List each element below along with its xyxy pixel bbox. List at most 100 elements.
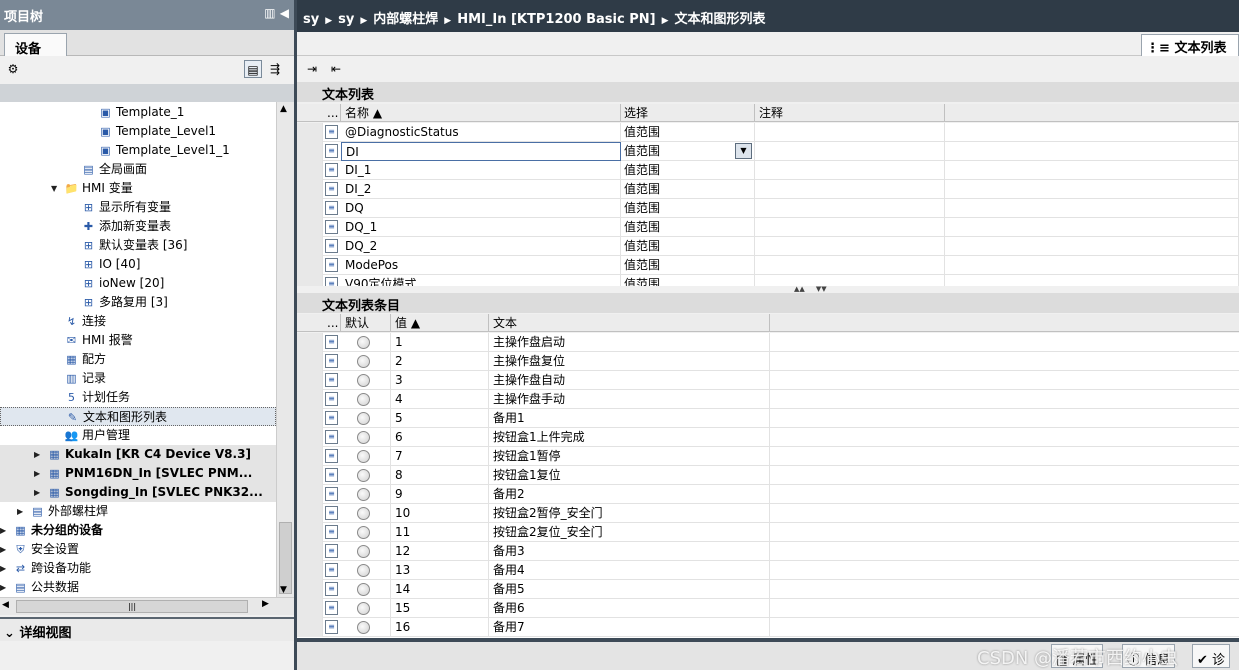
default-radio[interactable] xyxy=(357,507,370,520)
table-row[interactable]: ≡ @DiagnosticStatus 值范围 xyxy=(297,123,1239,142)
comment-cell[interactable] xyxy=(755,161,945,180)
table-row[interactable]: ≡ 13 备用4 xyxy=(297,561,1239,580)
default-radio[interactable] xyxy=(357,602,370,615)
name-cell[interactable]: DQ_1 xyxy=(341,218,621,237)
expand-arrow-right-icon[interactable]: ▶ xyxy=(34,464,44,483)
text-cell[interactable]: 按钮盒1上件完成 xyxy=(489,428,770,447)
text-cell[interactable]: 按钮盒1暂停 xyxy=(489,447,770,466)
name-cell[interactable]: ModePos xyxy=(341,256,621,275)
default-radio[interactable] xyxy=(357,355,370,368)
text-cell[interactable]: 按钮盒1复位 xyxy=(489,466,770,485)
text-cell[interactable]: 备用6 xyxy=(489,599,770,618)
tree-item[interactable]: ▦ 配方 xyxy=(0,350,276,369)
text-cell[interactable]: 备用4 xyxy=(489,561,770,580)
tree-item[interactable]: 👥 用户管理 xyxy=(0,426,276,445)
tree-item[interactable]: ▶ ▤ 公共数据 xyxy=(0,578,276,597)
tree-item[interactable]: ✉ HMI 报警 xyxy=(0,331,276,350)
scroll-down-icon[interactable]: ▼ xyxy=(280,585,287,595)
row-gutter[interactable] xyxy=(297,352,323,371)
column-header[interactable]: 值 ▲ xyxy=(391,314,489,332)
breadcrumb-item[interactable]: sy xyxy=(338,12,354,27)
comment-cell[interactable] xyxy=(755,256,945,275)
comment-cell[interactable] xyxy=(755,237,945,256)
name-cell[interactable]: DQ_2 xyxy=(341,237,621,256)
table-row[interactable]: ≡ DQ_1 值范围 xyxy=(297,218,1239,237)
selection-cell[interactable]: 值范围 xyxy=(620,180,755,199)
breadcrumb-item[interactable]: sy xyxy=(303,12,319,27)
text-cell[interactable]: 主操作盘自动 xyxy=(489,371,770,390)
expand-arrow-right-icon[interactable]: ▶ xyxy=(34,445,44,464)
expand-arrow-right-icon[interactable]: ▶ xyxy=(0,578,10,597)
collapse-icon[interactable]: ⇤ xyxy=(327,60,345,78)
expand-arrow-right-icon[interactable]: ▶ xyxy=(0,559,10,578)
row-gutter[interactable] xyxy=(297,409,323,428)
table-row[interactable]: ≡ 15 备用6 xyxy=(297,599,1239,618)
tree-item[interactable]: ▶ ▦ Songding_In [SVLEC PNK32... xyxy=(0,483,276,502)
section-resize-handle[interactable]: ▲▲ ▼▼ xyxy=(794,285,854,293)
table-row[interactable]: ≡ 9 备用2 xyxy=(297,485,1239,504)
table-row[interactable]: ≡ 11 按钮盒2复位_安全门 xyxy=(297,523,1239,542)
text-cell[interactable]: 按钮盒2复位_安全门 xyxy=(489,523,770,542)
row-gutter[interactable] xyxy=(297,618,323,637)
tree-item[interactable]: ⊞ IO [40] xyxy=(0,255,276,274)
row-gutter[interactable] xyxy=(297,561,323,580)
comment-cell[interactable] xyxy=(755,218,945,237)
expand-icon[interactable]: ⇥ xyxy=(303,60,321,78)
table-row[interactable]: ≡ DI_2 值范围 xyxy=(297,180,1239,199)
table-row[interactable]: ≡ 3 主操作盘自动 xyxy=(297,371,1239,390)
value-cell[interactable]: 2 xyxy=(391,352,489,371)
comment-cell[interactable] xyxy=(755,199,945,218)
table-row[interactable]: ≡ 4 主操作盘手动 xyxy=(297,390,1239,409)
tree-item[interactable]: ✎ 文本和图形列表 xyxy=(0,407,276,426)
selection-cell[interactable]: 值范围 xyxy=(620,237,755,256)
default-radio[interactable] xyxy=(357,545,370,558)
tree-item[interactable]: ▶ ▦ 未分组的设备 xyxy=(0,521,276,540)
value-cell[interactable]: 9 xyxy=(391,485,489,504)
expand-arrow-right-icon[interactable]: ▶ xyxy=(17,502,27,521)
selection-cell[interactable]: 值范围 xyxy=(620,256,755,275)
row-gutter[interactable] xyxy=(297,447,323,466)
tree-item[interactable]: ▣ Template_1 xyxy=(0,103,276,122)
text-cell[interactable]: 备用7 xyxy=(489,618,770,637)
selection-cell[interactable]: 值范围 xyxy=(620,161,755,180)
table-row[interactable]: ≡ 8 按钮盒1复位 xyxy=(297,466,1239,485)
tree-item[interactable]: ⊞ 多路复用 [3] xyxy=(0,293,276,312)
tree-item[interactable]: ▥ 记录 xyxy=(0,369,276,388)
text-cell[interactable]: 按钮盒2暂停_安全门 xyxy=(489,504,770,523)
row-gutter[interactable] xyxy=(297,504,323,523)
tree-item[interactable]: ▶ ⛨ 安全设置 xyxy=(0,540,276,559)
list-view-icon[interactable]: ▤ xyxy=(244,60,262,78)
selection-cell[interactable]: 值范围 xyxy=(620,218,755,237)
value-cell[interactable]: 8 xyxy=(391,466,489,485)
tree-item[interactable]: ▶ ▦ PNM16DN_In [SVLEC PNM... xyxy=(0,464,276,483)
value-cell[interactable]: 16 xyxy=(391,618,489,637)
tree-vertical-scrollbar[interactable]: ▲ ▼ xyxy=(276,102,294,597)
value-cell[interactable]: 3 xyxy=(391,371,489,390)
value-cell[interactable]: 12 xyxy=(391,542,489,561)
settings-icon[interactable]: ⚙ xyxy=(4,60,22,78)
row-gutter[interactable] xyxy=(297,371,323,390)
row-gutter[interactable] xyxy=(297,275,323,286)
row-gutter[interactable] xyxy=(297,580,323,599)
row-gutter[interactable] xyxy=(297,428,323,447)
column-header[interactable]: 文本 xyxy=(489,314,770,332)
row-gutter[interactable] xyxy=(297,142,323,161)
default-radio[interactable] xyxy=(357,412,370,425)
selection-cell[interactable]: 值范围 xyxy=(620,275,755,286)
tree-item[interactable]: ⊞ 显示所有变量 xyxy=(0,198,276,217)
value-cell[interactable]: 7 xyxy=(391,447,489,466)
hscroll-thumb[interactable]: ||| xyxy=(16,600,248,613)
row-gutter[interactable] xyxy=(297,542,323,561)
name-cell[interactable]: DI_2 xyxy=(341,180,621,199)
tree-item[interactable]: ⊞ ioNew [20] xyxy=(0,274,276,293)
row-gutter[interactable] xyxy=(297,237,323,256)
expand-arrow-right-icon[interactable]: ▶ xyxy=(0,540,10,559)
scroll-left-icon[interactable]: ◀ xyxy=(2,600,9,610)
column-header[interactable]: ... xyxy=(323,104,341,122)
column-header[interactable]: 注释 xyxy=(755,104,945,122)
tree-item[interactable]: ⊞ 默认变量表 [36] xyxy=(0,236,276,255)
tree-item[interactable]: ▶ ▤ 外部螺柱焊 xyxy=(0,502,276,521)
tree-item[interactable]: ✚ 添加新变量表 xyxy=(0,217,276,236)
column-header[interactable]: 名称 ▲ xyxy=(341,104,621,122)
value-cell[interactable]: 15 xyxy=(391,599,489,618)
